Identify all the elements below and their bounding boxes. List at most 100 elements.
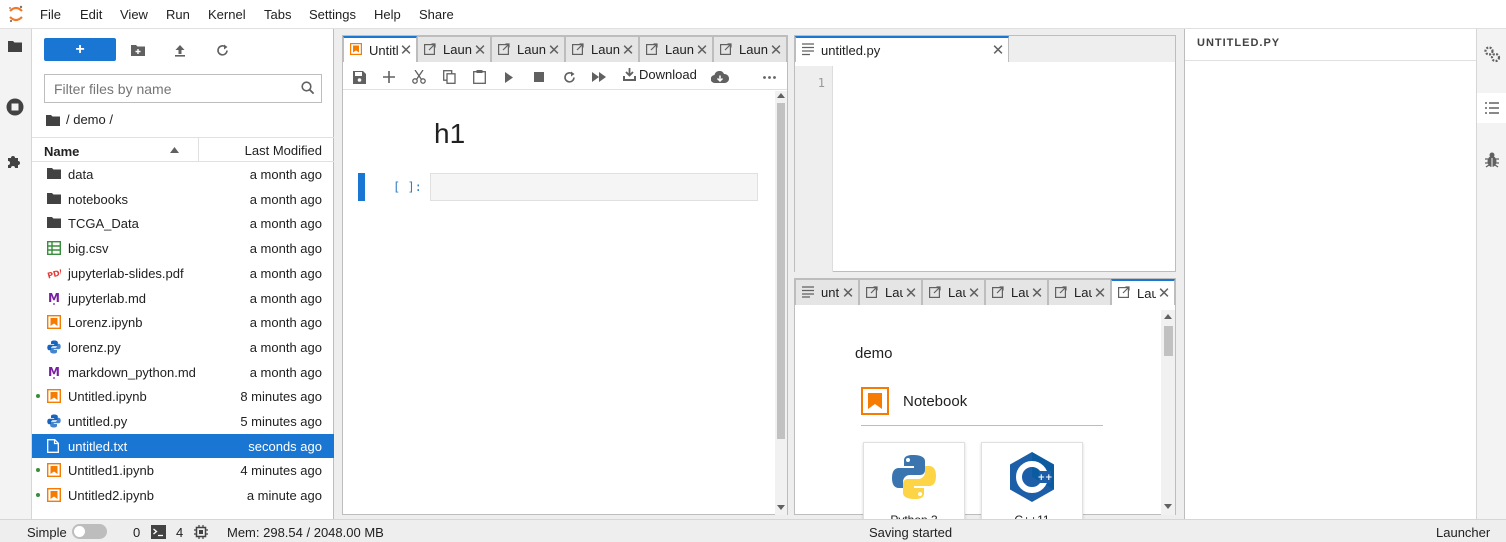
search-icon bbox=[301, 81, 315, 95]
tab-untitled-ipynb[interactable]: Untitled.ipynb✕ bbox=[343, 36, 417, 62]
tab-launcher[interactable]: Launcher✕ bbox=[713, 36, 787, 62]
restart-run-all-icon[interactable] bbox=[591, 69, 607, 85]
scroll-down-icon[interactable] bbox=[1164, 504, 1172, 509]
filter-files-input[interactable] bbox=[45, 75, 285, 102]
tab-label: Launcher bbox=[517, 42, 546, 57]
launcher-scrollbar[interactable] bbox=[1161, 310, 1175, 515]
terminal-icon[interactable] bbox=[151, 525, 166, 539]
terminal-count[interactable]: 0 bbox=[133, 525, 140, 540]
scroll-up-icon[interactable] bbox=[1164, 314, 1172, 319]
scroll-up-icon[interactable] bbox=[777, 93, 785, 98]
menu-tabs[interactable]: Tabs bbox=[264, 7, 291, 22]
menu-help[interactable]: Help bbox=[374, 7, 401, 22]
scroll-down-icon[interactable] bbox=[777, 505, 785, 510]
close-icon[interactable]: ✕ bbox=[840, 284, 856, 302]
table-of-contents-icon[interactable] bbox=[1477, 93, 1506, 123]
close-icon[interactable]: ✕ bbox=[990, 41, 1006, 59]
file-row[interactable]: untitled.py 5 minutes ago bbox=[32, 409, 334, 434]
new-folder-icon[interactable] bbox=[129, 41, 147, 59]
kernel-count[interactable]: 4 bbox=[176, 525, 183, 540]
tab-untitled-py[interactable]: untitled.py ✕ bbox=[795, 36, 1009, 62]
tab-launcher[interactable]: Launcher✕ bbox=[1111, 279, 1175, 305]
close-icon[interactable]: ✕ bbox=[966, 284, 982, 302]
property-inspector-gears-icon[interactable] bbox=[1477, 39, 1506, 69]
kernel-chip-icon[interactable] bbox=[194, 525, 208, 539]
upload-icon[interactable] bbox=[171, 41, 189, 59]
insert-cell-icon[interactable] bbox=[381, 69, 397, 85]
copy-icon[interactable] bbox=[441, 69, 457, 85]
cloud-download-icon[interactable] bbox=[711, 69, 729, 85]
file-row[interactable]: lorenz.py a month ago bbox=[32, 335, 334, 360]
close-icon[interactable]: ✕ bbox=[398, 41, 414, 59]
cut-icon[interactable] bbox=[411, 69, 427, 85]
run-cell-icon[interactable] bbox=[501, 69, 517, 85]
menu-view[interactable]: View bbox=[120, 7, 148, 22]
menu-run[interactable]: Run bbox=[166, 7, 190, 22]
code-cell-input[interactable] bbox=[430, 173, 758, 201]
file-row[interactable]: big.csv a month ago bbox=[32, 236, 334, 261]
code-editor-area[interactable] bbox=[835, 66, 1175, 272]
markdown-heading-cell[interactable]: h1 bbox=[434, 118, 465, 150]
file-row[interactable]: notebooks a month ago bbox=[32, 187, 334, 212]
notebook-scrollbar[interactable] bbox=[775, 91, 787, 515]
sort-ascending-icon[interactable] bbox=[170, 147, 179, 153]
menu-share[interactable]: Share bbox=[419, 7, 454, 22]
filter-files-field[interactable] bbox=[44, 74, 322, 103]
refresh-icon[interactable] bbox=[213, 41, 231, 59]
tab-launcher[interactable]: Launcher✕ bbox=[985, 279, 1048, 305]
interrupt-kernel-icon[interactable] bbox=[531, 69, 547, 85]
launcher-scroll-thumb[interactable] bbox=[1164, 326, 1173, 356]
tab-launcher[interactable]: Launcher✕ bbox=[565, 36, 639, 62]
tab-launcher[interactable]: Launcher✕ bbox=[1048, 279, 1111, 305]
simple-mode-toggle[interactable] bbox=[72, 524, 107, 539]
tab-launcher[interactable]: Launcher✕ bbox=[922, 279, 985, 305]
file-row[interactable]: Mjupyterlab.md a month ago bbox=[32, 286, 334, 311]
more-options-icon[interactable] bbox=[761, 69, 777, 85]
paste-icon[interactable] bbox=[471, 69, 487, 85]
running-sessions-icon[interactable] bbox=[0, 92, 30, 122]
menu-kernel[interactable]: Kernel bbox=[208, 7, 246, 22]
menu-settings[interactable]: Settings bbox=[309, 7, 356, 22]
inspector-title: UNTITLED.PY bbox=[1185, 29, 1477, 61]
close-icon[interactable]: ✕ bbox=[903, 284, 919, 302]
debugger-bug-icon[interactable] bbox=[1477, 145, 1506, 175]
tab-launcher[interactable]: Launcher✕ bbox=[859, 279, 922, 305]
close-icon[interactable]: ✕ bbox=[1156, 284, 1172, 302]
file-row[interactable]: Untitled.ipynb 8 minutes ago bbox=[32, 384, 334, 409]
name-column-header[interactable]: Name bbox=[44, 144, 79, 159]
menu-edit[interactable]: Edit bbox=[80, 7, 102, 22]
tab-launcher[interactable]: Launcher✕ bbox=[639, 36, 713, 62]
tab-untitled-py[interactable]: untitled.py✕ bbox=[795, 279, 859, 305]
file-row[interactable]: Untitled2.ipynb a minute ago bbox=[32, 483, 334, 508]
python3-kernel-card[interactable]: Python 3 bbox=[863, 442, 965, 522]
close-icon[interactable]: ✕ bbox=[472, 41, 488, 59]
file-row[interactable]: TCGA_Data a month ago bbox=[32, 211, 334, 236]
last-modified-column-header[interactable]: Last Modified bbox=[198, 138, 334, 161]
restart-kernel-icon[interactable] bbox=[561, 69, 577, 85]
notebook-scroll-thumb[interactable] bbox=[777, 103, 785, 439]
file-row[interactable]: Untitled1.ipynb 4 minutes ago bbox=[32, 458, 334, 483]
close-icon[interactable]: ✕ bbox=[768, 41, 784, 59]
file-row[interactable]: Mmarkdown_python.md a month ago bbox=[32, 360, 334, 385]
close-icon[interactable]: ✕ bbox=[546, 41, 562, 59]
home-folder-icon[interactable] bbox=[46, 114, 60, 126]
folder-icon[interactable] bbox=[0, 31, 30, 61]
cpp11-kernel-card[interactable]: ++ C++11 bbox=[981, 442, 1083, 522]
file-row[interactable]: PDF jupyterlab-slides.pdf a month ago bbox=[32, 261, 334, 286]
close-icon[interactable]: ✕ bbox=[1029, 284, 1045, 302]
save-icon[interactable] bbox=[351, 69, 367, 85]
tab-launcher[interactable]: Launcher✕ bbox=[417, 36, 491, 62]
close-icon[interactable]: ✕ bbox=[1092, 284, 1108, 302]
new-launcher-button[interactable]: + bbox=[44, 38, 116, 61]
tab-launcher[interactable]: Launcher✕ bbox=[491, 36, 565, 62]
file-row[interactable]: data a month ago bbox=[32, 162, 334, 187]
close-icon[interactable]: ✕ bbox=[620, 41, 636, 59]
file-row[interactable]: Lorenz.ipynb a month ago bbox=[32, 310, 334, 335]
file-modified: 4 minutes ago bbox=[240, 463, 322, 479]
extension-puzzle-icon[interactable] bbox=[0, 146, 30, 176]
file-row[interactable]: untitled.txt seconds ago bbox=[32, 433, 334, 459]
breadcrumb-path[interactable]: / demo / bbox=[66, 112, 113, 127]
menu-file[interactable]: File bbox=[40, 7, 61, 22]
close-icon[interactable]: ✕ bbox=[694, 41, 710, 59]
download-button[interactable]: Download bbox=[623, 67, 697, 82]
